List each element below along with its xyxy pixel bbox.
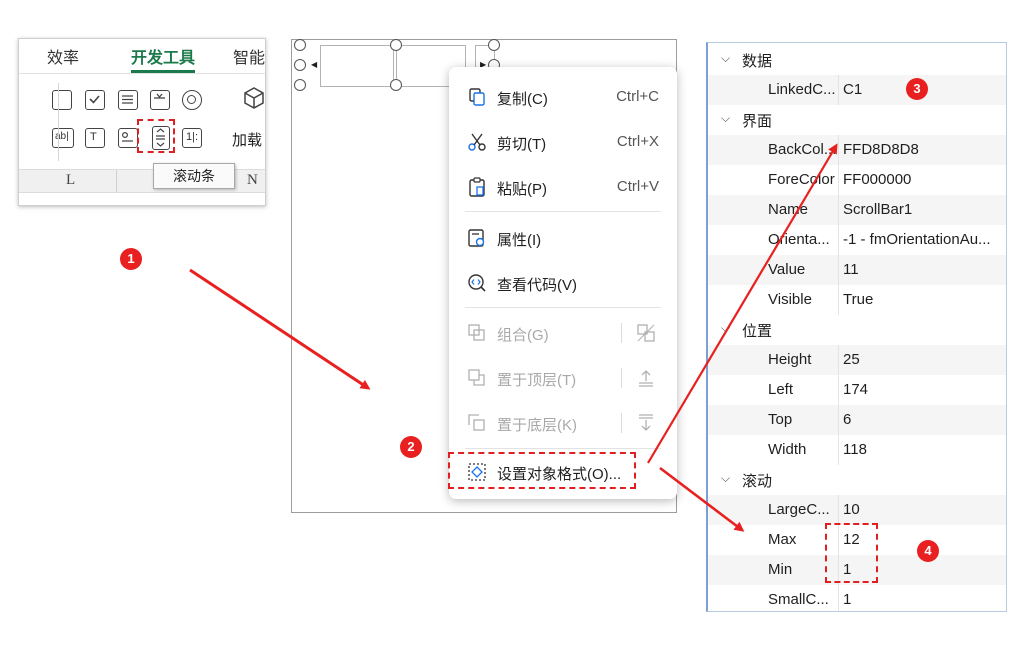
annotation-arrows [189, 143, 838, 532]
step-badge-3: 3 [906, 78, 928, 100]
arrow-to-canvas [189, 268, 371, 390]
step-badge-4: 4 [917, 540, 939, 562]
arrow-to-max-min [659, 466, 745, 532]
arrow-to-properties [647, 143, 838, 464]
step-badge-2: 2 [400, 436, 422, 458]
step-badge-1: 1 [120, 248, 142, 270]
